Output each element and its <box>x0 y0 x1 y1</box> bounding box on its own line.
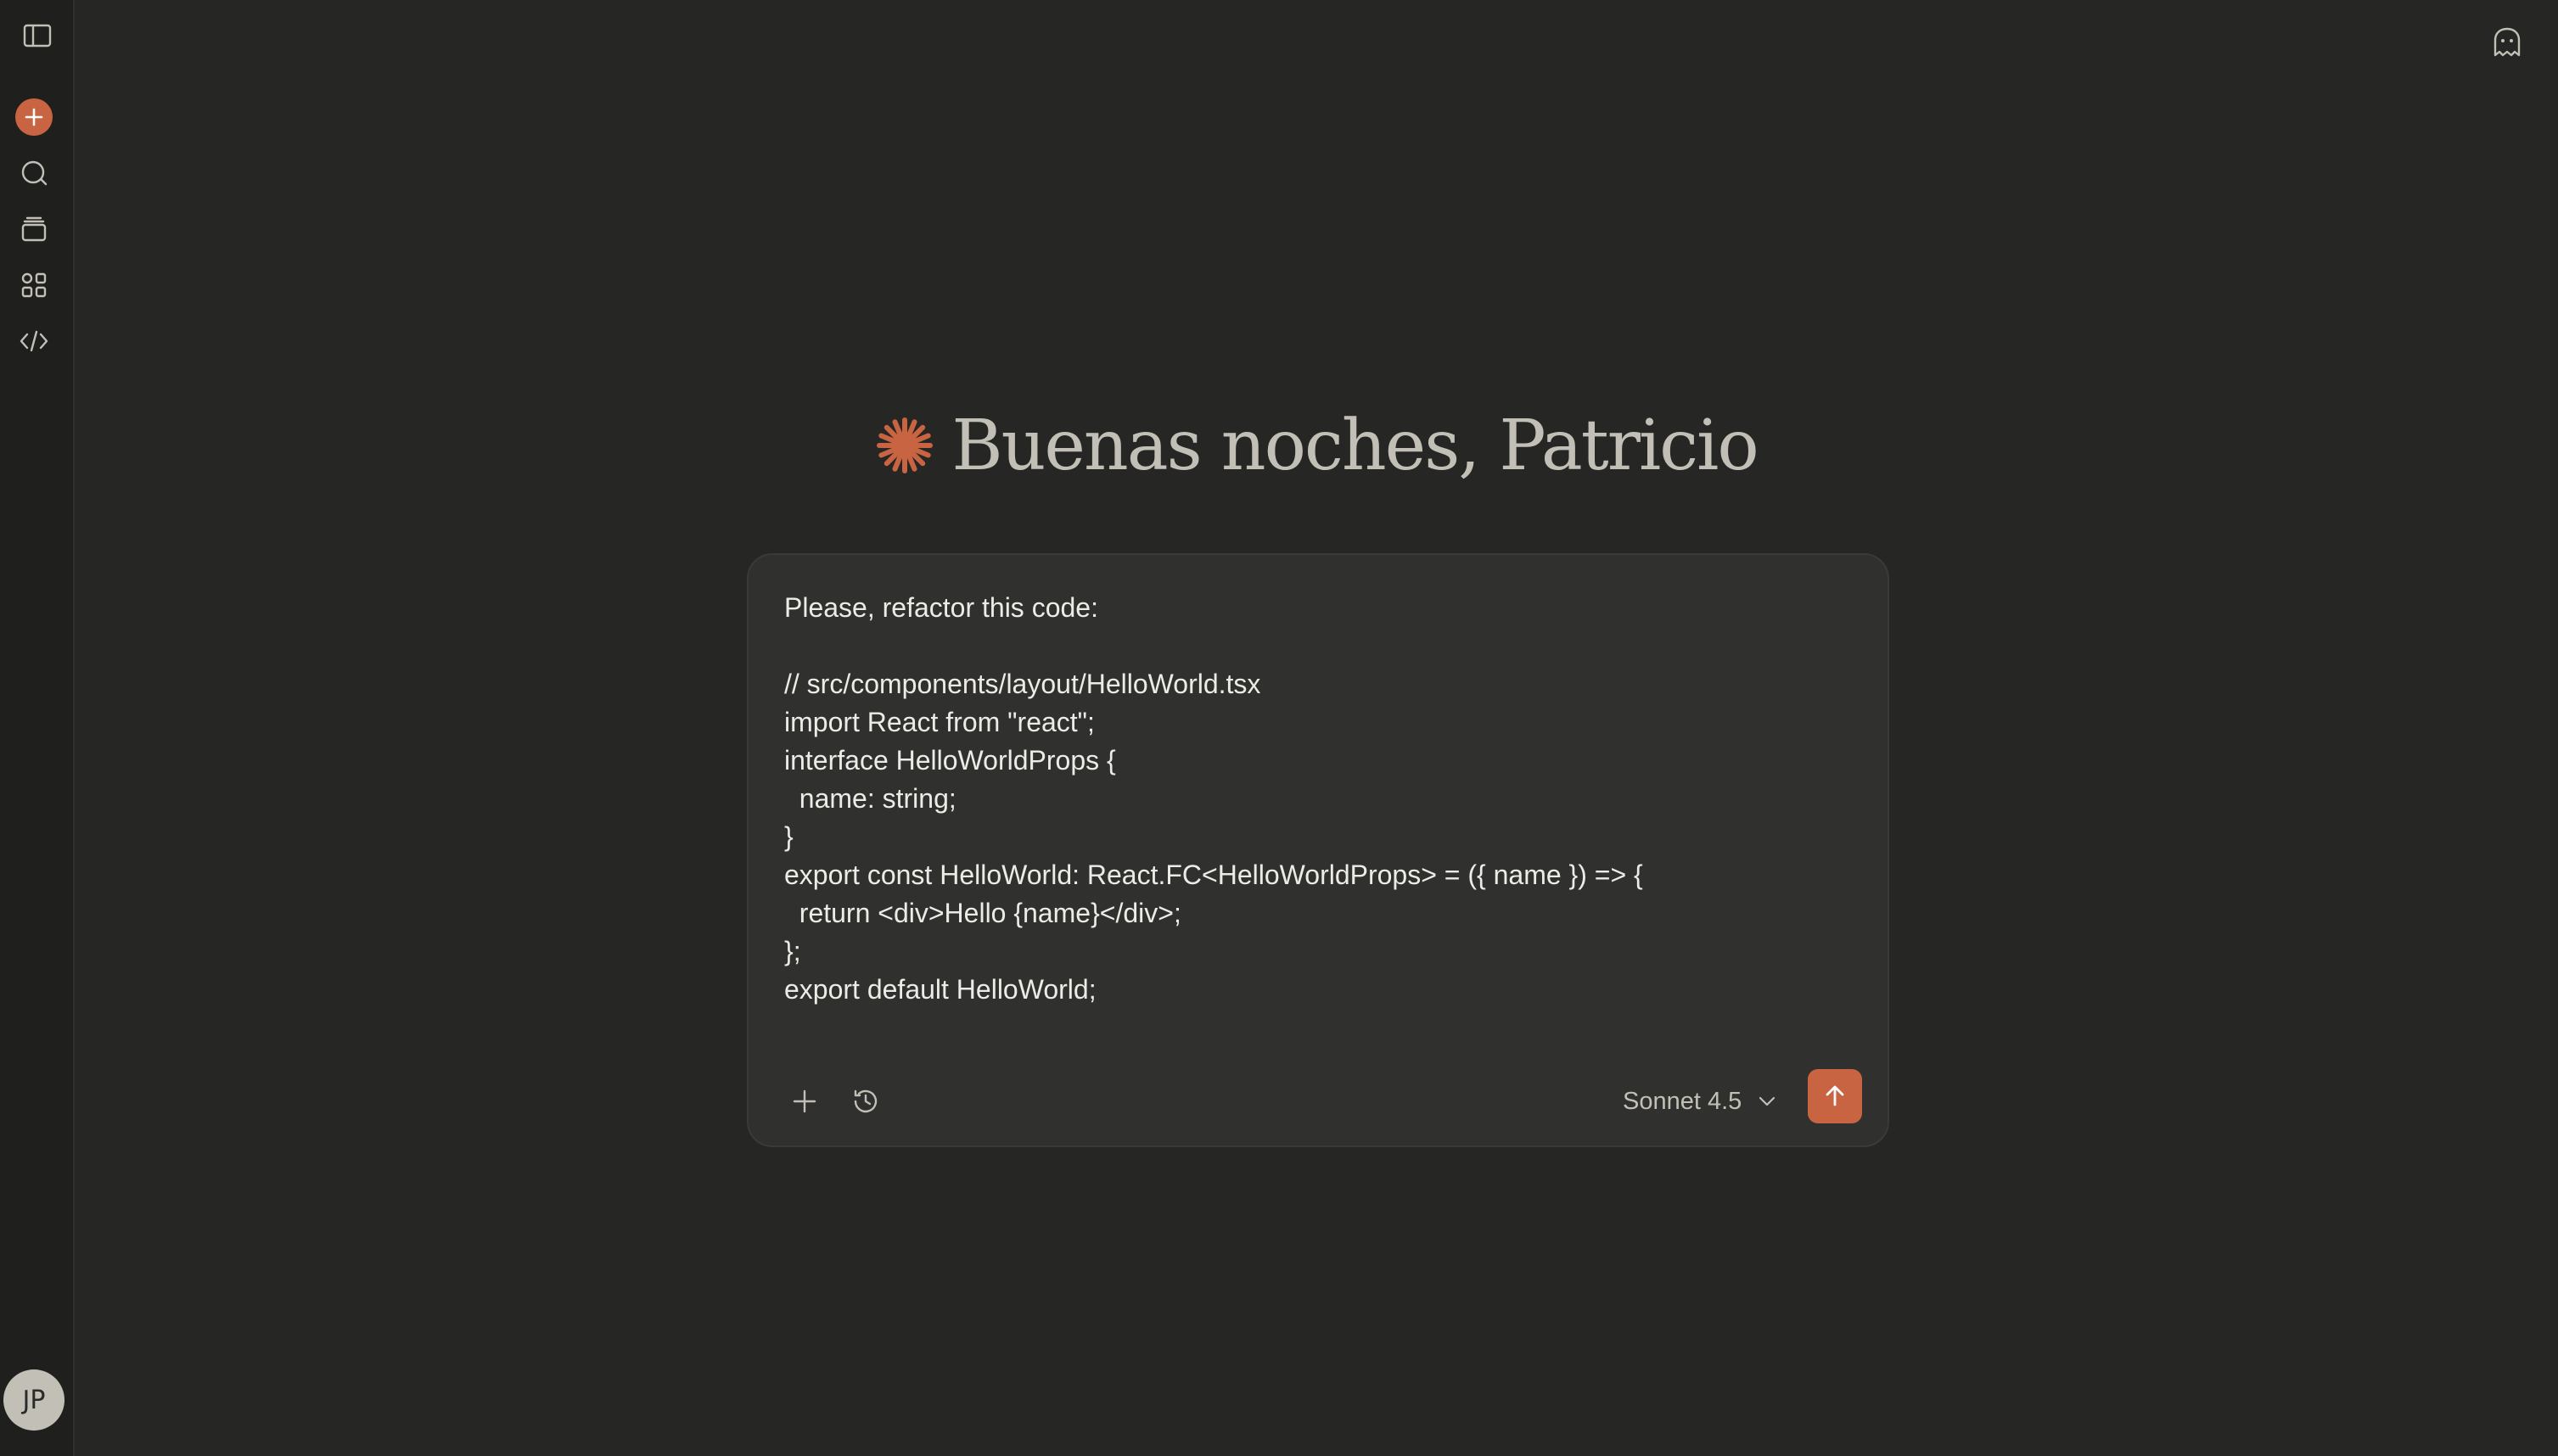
clock-icon <box>854 1089 878 1113</box>
projects-icon <box>21 216 47 242</box>
incognito-button[interactable] <box>2487 22 2527 63</box>
artifacts-icon <box>21 272 47 298</box>
prompt-input[interactable]: Please, refactor this code: // src/compo… <box>784 589 1854 1009</box>
history-button[interactable] <box>840 1076 891 1127</box>
arrow-up-icon <box>1826 1085 1844 1106</box>
avatar[interactable]: JP <box>3 1369 65 1431</box>
plus-icon <box>25 108 43 126</box>
model-name: Sonnet 4.5 <box>1623 1087 1742 1115</box>
plus-icon <box>793 1089 816 1113</box>
greeting-title: Buenas noches, Patricio <box>951 405 1759 486</box>
add-attachment-button[interactable] <box>779 1076 830 1127</box>
sidebar-item-artifacts[interactable] <box>14 265 54 305</box>
sidebar-toggle-icon <box>23 24 52 48</box>
new-chat-button[interactable] <box>15 98 53 136</box>
chevron-down-icon <box>1757 1091 1777 1112</box>
sidebar-item-chats[interactable] <box>14 153 54 193</box>
starburst-icon <box>875 416 934 475</box>
sidebar-item-projects[interactable] <box>14 209 54 249</box>
code-icon <box>20 330 48 352</box>
greeting: Buenas noches, Patricio <box>0 399 2558 492</box>
sidebar-toggle-button[interactable] <box>17 15 58 56</box>
avatar-initials: JP <box>22 1385 46 1415</box>
chat-bubble-icon <box>21 160 48 186</box>
sidebar: JP <box>0 0 75 1456</box>
sidebar-item-code[interactable] <box>14 321 54 361</box>
message-composer[interactable]: Please, refactor this code: // src/compo… <box>747 553 1889 1147</box>
ghost-icon <box>2493 27 2521 57</box>
send-button[interactable] <box>1808 1069 1862 1123</box>
model-selector[interactable]: Sonnet 4.5 <box>1623 1081 1777 1122</box>
